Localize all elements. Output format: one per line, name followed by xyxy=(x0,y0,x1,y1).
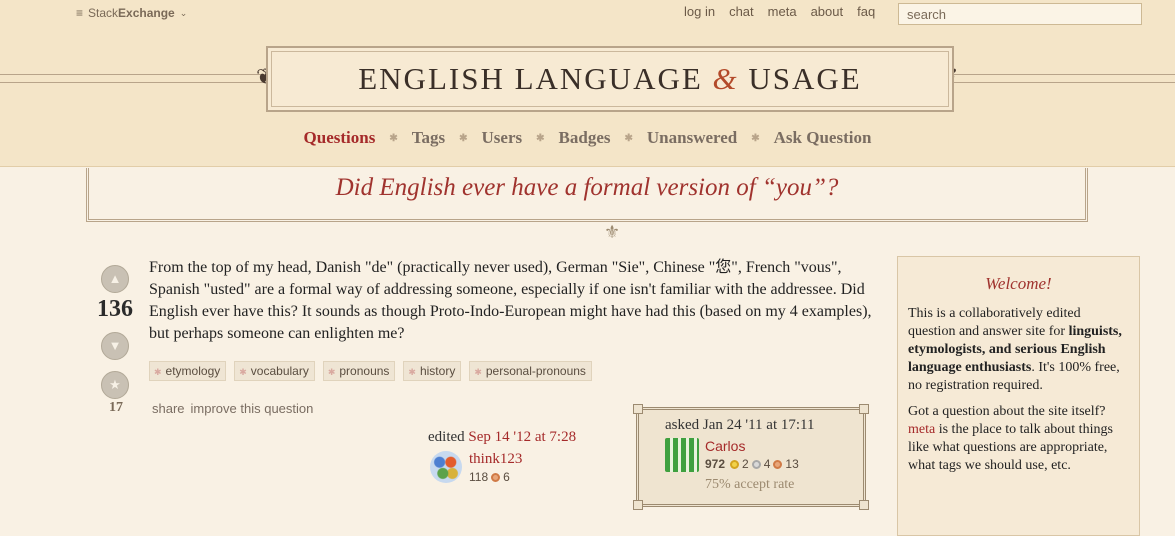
top-links: log in chat meta about faq xyxy=(684,4,875,19)
tag-icon: ✱ xyxy=(408,367,416,377)
editor-rep-score: 118 xyxy=(469,470,489,484)
chat-link[interactable]: chat xyxy=(729,4,754,19)
asker-silver-count: 4 xyxy=(763,457,771,471)
site-title: ENGLISH LANGUAGE & USAGE xyxy=(358,61,862,96)
nav-badges[interactable]: Badges xyxy=(559,128,611,148)
asker-name-link[interactable]: Carlos xyxy=(705,438,745,454)
asked-date: asked Jan 24 '11 at 17:11 xyxy=(665,417,815,433)
welcome-sidebar: Welcome! This is a collaboratively edite… xyxy=(897,256,1140,536)
down-arrow-icon: ▼ xyxy=(108,338,122,353)
asker-bronze-count: 13 xyxy=(785,457,799,471)
gold-badge-icon xyxy=(730,459,740,469)
improve-question-link[interactable]: improve this question xyxy=(191,401,314,416)
stackexchange-menu[interactable]: ≡ StackExchange ⌄ xyxy=(76,6,187,20)
stack-icon: ≡ xyxy=(76,6,84,20)
edited-date-link[interactable]: Sep 14 '12 at 7:28 xyxy=(468,429,576,445)
tag-icon: ✱ xyxy=(239,367,247,377)
downvote-button[interactable]: ▼ xyxy=(101,332,129,360)
about-link[interactable]: about xyxy=(811,4,844,19)
silver-badge-icon xyxy=(751,459,761,469)
nav-unanswered[interactable]: Unanswered xyxy=(647,128,737,148)
chevron-down-icon: ⌄ xyxy=(179,7,188,18)
tag-vocabulary[interactable]: ✱ vocabulary xyxy=(234,361,315,381)
tag-icon: ✱ xyxy=(154,367,162,377)
card-corner xyxy=(859,500,869,510)
search-input[interactable]: search xyxy=(898,3,1142,25)
bronze-badge-icon xyxy=(491,472,501,482)
nav-separator: ✱ xyxy=(751,132,760,144)
nav-ask-question[interactable]: Ask Question xyxy=(774,128,872,148)
nav-tags[interactable]: Tags xyxy=(412,128,445,148)
asker-rep-score: 972 xyxy=(705,457,726,471)
editor-reputation: 118 6 xyxy=(469,470,510,484)
nav-users[interactable]: Users xyxy=(482,128,523,148)
card-corner xyxy=(859,404,869,414)
nav-questions[interactable]: Questions xyxy=(304,128,376,148)
question-title[interactable]: Did English ever have a formal version o… xyxy=(86,174,1088,202)
faq-link[interactable]: faq xyxy=(857,4,875,19)
bronze-badge-icon xyxy=(773,459,783,469)
welcome-intro: This is a collaboratively edited questio… xyxy=(908,306,1122,393)
card-corner xyxy=(633,404,643,414)
login-link[interactable]: log in xyxy=(684,4,715,19)
asker-avatar[interactable] xyxy=(665,438,699,472)
up-arrow-icon: ▲ xyxy=(108,271,122,286)
question-body: From the top of my head, Danish "de" (pr… xyxy=(149,259,872,342)
welcome-meta-info: Got a question about the site itself? me… xyxy=(908,404,1113,473)
editor-bronze-count: 6 xyxy=(503,470,510,484)
asker-gold-count: 2 xyxy=(742,457,749,471)
nav-separator: ✱ xyxy=(536,132,545,144)
tag-list: ✱ etymology ✱ vocabulary ✱ pronouns ✱ histor… xyxy=(149,361,592,381)
welcome-heading: Welcome! xyxy=(985,274,1052,293)
main-nav: Questions ✱ Tags ✱ Users ✱ Badges ✱ Unan… xyxy=(0,128,1175,148)
sidebar-meta-link[interactable]: meta xyxy=(908,422,935,437)
vote-count: 136 xyxy=(97,296,133,322)
tag-history[interactable]: ✱ history xyxy=(403,361,462,381)
edited-info: edited Sep 14 '12 at 7:28 xyxy=(428,429,577,445)
card-corner xyxy=(633,500,643,510)
share-link[interactable]: share xyxy=(152,401,185,416)
editor-name-link[interactable]: think123 xyxy=(469,451,522,468)
site-logo[interactable]: ENGLISH LANGUAGE & USAGE xyxy=(266,46,954,112)
post-menu: share improve this question xyxy=(152,401,319,416)
tag-icon: ✱ xyxy=(474,367,482,377)
nav-separator: ✱ xyxy=(389,132,398,144)
tag-etymology[interactable]: ✱ etymology xyxy=(149,361,227,381)
tag-personal-pronouns[interactable]: ✱ personal-pronouns xyxy=(469,361,592,381)
asker-reputation: 972 2 4 13 xyxy=(705,457,799,471)
favorite-button[interactable]: ★ xyxy=(101,371,129,399)
accept-rate: 75% accept rate xyxy=(705,477,795,492)
title-flourish-icon: ⚜ xyxy=(604,222,621,242)
favorite-count: 17 xyxy=(109,400,123,415)
star-icon: ★ xyxy=(109,377,121,392)
brand-text: StackExchange xyxy=(88,6,175,20)
meta-link[interactable]: meta xyxy=(768,4,797,19)
nav-separator: ✱ xyxy=(459,132,468,144)
editor-avatar[interactable] xyxy=(430,451,462,483)
tag-icon: ✱ xyxy=(327,367,336,377)
nav-separator: ✱ xyxy=(624,132,633,144)
upvote-button[interactable]: ▲ xyxy=(101,265,129,293)
site-header: ≡ StackExchange ⌄ log in chat meta about… xyxy=(0,0,1175,167)
tag-pronouns[interactable]: ✱ pronouns xyxy=(322,361,396,381)
